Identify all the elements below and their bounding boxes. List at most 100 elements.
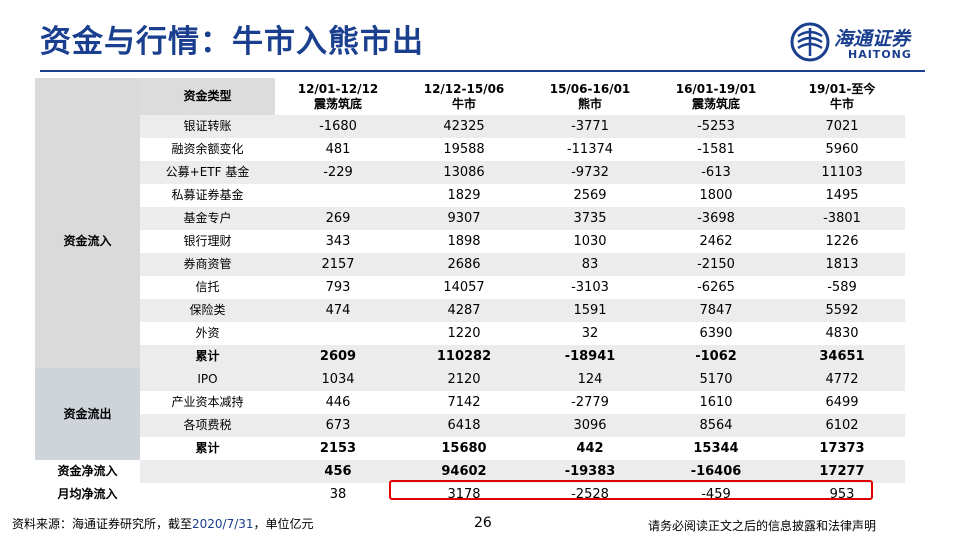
value-cell: 269 (275, 207, 401, 230)
period-header: 15/06-16/01 熊市 (527, 78, 653, 115)
row-label: 融资余额变化 (140, 138, 275, 161)
capital-flow-table: 资金类型 12/01-12/12 震荡筑底 12/12-15/06 牛市 15/06… (35, 78, 905, 506)
value-cell: 13086 (401, 161, 527, 184)
value-cell: 6102 (779, 414, 905, 437)
value-cell (275, 322, 401, 345)
value-cell: 5170 (653, 368, 779, 391)
row-label: 基金专户 (140, 207, 275, 230)
row-label: 公募+ETF 基金 (140, 161, 275, 184)
value-cell: 4830 (779, 322, 905, 345)
source-text: 资料来源：海通证券研究所，截至 (12, 517, 193, 531)
inflow-total-row: 累计 2609 110282 -18941 -1062 34651 (35, 345, 905, 368)
outflow-row: 产业资本减持 446 7142 -2779 1610 6499 (35, 391, 905, 414)
inflow-row: 公募+ETF 基金 -229 13086 -9732 -613 11103 (35, 161, 905, 184)
row-label: 外资 (140, 322, 275, 345)
row-label: 累计 (140, 437, 275, 460)
value-cell: 474 (275, 299, 401, 322)
value-cell: -1062 (653, 345, 779, 368)
value-cell: 1610 (653, 391, 779, 414)
table-header-row: 资金类型 12/01-12/12 震荡筑底 12/12-15/06 牛市 15/06… (35, 78, 905, 115)
value-cell: -589 (779, 276, 905, 299)
value-cell: 6390 (653, 322, 779, 345)
inflow-row: 私募证券基金 1829 2569 1800 1495 (35, 184, 905, 207)
value-cell: 2686 (401, 253, 527, 276)
inflow-row: 外资 1220 32 6390 4830 (35, 322, 905, 345)
title-divider (40, 70, 925, 72)
value-cell: 343 (275, 230, 401, 253)
value-cell: 442 (527, 437, 653, 460)
row-label: IPO (140, 368, 275, 391)
value-cell: 14057 (401, 276, 527, 299)
value-cell: 15344 (653, 437, 779, 460)
value-cell: -2779 (527, 391, 653, 414)
value-cell: 4772 (779, 368, 905, 391)
inflow-row: 信托 793 14057 -3103 -6265 -589 (35, 276, 905, 299)
period-header: 12/12-15/06 牛市 (401, 78, 527, 115)
value-cell: 9307 (401, 207, 527, 230)
row-label: 银行理财 (140, 230, 275, 253)
group-header-blank (35, 78, 140, 115)
value-cell (275, 184, 401, 207)
value-cell: 1030 (527, 230, 653, 253)
outflow-row: 各项费税 673 6418 3096 8564 6102 (35, 414, 905, 437)
period-header: 12/01-12/12 震荡筑底 (275, 78, 401, 115)
value-cell: 2157 (275, 253, 401, 276)
monthly-net-inflow-highlight-box (389, 480, 873, 500)
row-label: 银证转账 (140, 115, 275, 138)
group-label-net: 资金净流入 (35, 460, 140, 483)
period-header: 19/01-至今 牛市 (779, 78, 905, 115)
value-cell: 2609 (275, 345, 401, 368)
value-cell: -613 (653, 161, 779, 184)
page-number: 26 (474, 515, 492, 531)
value-cell: 1591 (527, 299, 653, 322)
value-cell: 34651 (779, 345, 905, 368)
value-cell: -18941 (527, 345, 653, 368)
disclaimer: 请务必阅读正文之后的信息披露和法律声明 (648, 519, 877, 533)
row-label (140, 460, 275, 483)
inflow-row: 基金专户 269 9307 3735 -3698 -3801 (35, 207, 905, 230)
value-cell: -3771 (527, 115, 653, 138)
value-cell: 3735 (527, 207, 653, 230)
outflow-row: 资金流出 IPO 1034 2120 124 5170 4772 (35, 368, 905, 460)
value-cell: 2569 (527, 184, 653, 207)
value-cell: 6418 (401, 414, 527, 437)
row-label: 私募证券基金 (140, 184, 275, 207)
group-label-inflow: 资金流入 (35, 115, 140, 368)
value-cell: 446 (275, 391, 401, 414)
value-cell: 38 (275, 483, 401, 506)
group-label-outflow: 资金流出 (35, 368, 140, 460)
value-cell: 793 (275, 276, 401, 299)
row-label: 各项费税 (140, 414, 275, 437)
value-cell: 5960 (779, 138, 905, 161)
inflow-row: 券商资管 2157 2686 83 -2150 1813 (35, 253, 905, 276)
value-cell: 110282 (401, 345, 527, 368)
group-label-monthly: 月均净流入 (35, 483, 140, 506)
value-cell: 1495 (779, 184, 905, 207)
row-label: 保险类 (140, 299, 275, 322)
value-cell: 3096 (527, 414, 653, 437)
value-cell: 2153 (275, 437, 401, 460)
value-cell: -3801 (779, 207, 905, 230)
value-cell: 1898 (401, 230, 527, 253)
value-cell: -9732 (527, 161, 653, 184)
value-cell: 7847 (653, 299, 779, 322)
value-cell: 83 (527, 253, 653, 276)
value-cell: 32 (527, 322, 653, 345)
value-cell: 7142 (401, 391, 527, 414)
value-cell: 1226 (779, 230, 905, 253)
haitong-logo: 海通证券 HAITONG (790, 22, 930, 66)
value-cell: 2120 (401, 368, 527, 391)
value-cell: 42325 (401, 115, 527, 138)
row-label: 产业资本减持 (140, 391, 275, 414)
value-cell: 5592 (779, 299, 905, 322)
row-label: 累计 (140, 345, 275, 368)
inflow-row: 银行理财 343 1898 1030 2462 1226 (35, 230, 905, 253)
value-cell: 4287 (401, 299, 527, 322)
value-cell: 1813 (779, 253, 905, 276)
outflow-total-row: 累计 2153 15680 442 15344 17373 (35, 437, 905, 460)
slide-title: 资金与行情：牛市入熊市出 (40, 24, 424, 60)
value-cell: -11374 (527, 138, 653, 161)
inflow-row: 保险类 474 4287 1591 7847 5592 (35, 299, 905, 322)
value-cell: 673 (275, 414, 401, 437)
value-cell: -1581 (653, 138, 779, 161)
